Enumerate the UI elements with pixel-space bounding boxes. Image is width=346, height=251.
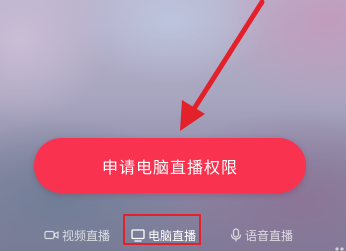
live-mode-screen: 申请电脑直播权限 视频直播 电脑直播 语音直播 [0,0,346,251]
microphone-icon [230,228,242,242]
tab-video-live-label: 视频直播 [62,228,111,243]
live-mode-tabs: 视频直播 电脑直播 语音直播 [0,220,346,251]
corner-dots [333,242,346,251]
tab-video-live[interactable]: 视频直播 [44,224,110,246]
apply-pc-live-permission-button[interactable]: 申请电脑直播权限 [34,138,306,193]
tab-voice-live-label: 语音直播 [245,228,294,243]
video-camera-icon [44,229,59,241]
tab-pc-live-label: 电脑直播 [148,228,197,243]
tab-voice-live[interactable]: 语音直播 [230,224,293,246]
apply-button-label: 申请电脑直播权限 [101,157,238,177]
monitor-icon [131,228,145,242]
tab-pc-live[interactable]: 电脑直播 [131,224,196,246]
annotation-arrow [180,0,265,131]
